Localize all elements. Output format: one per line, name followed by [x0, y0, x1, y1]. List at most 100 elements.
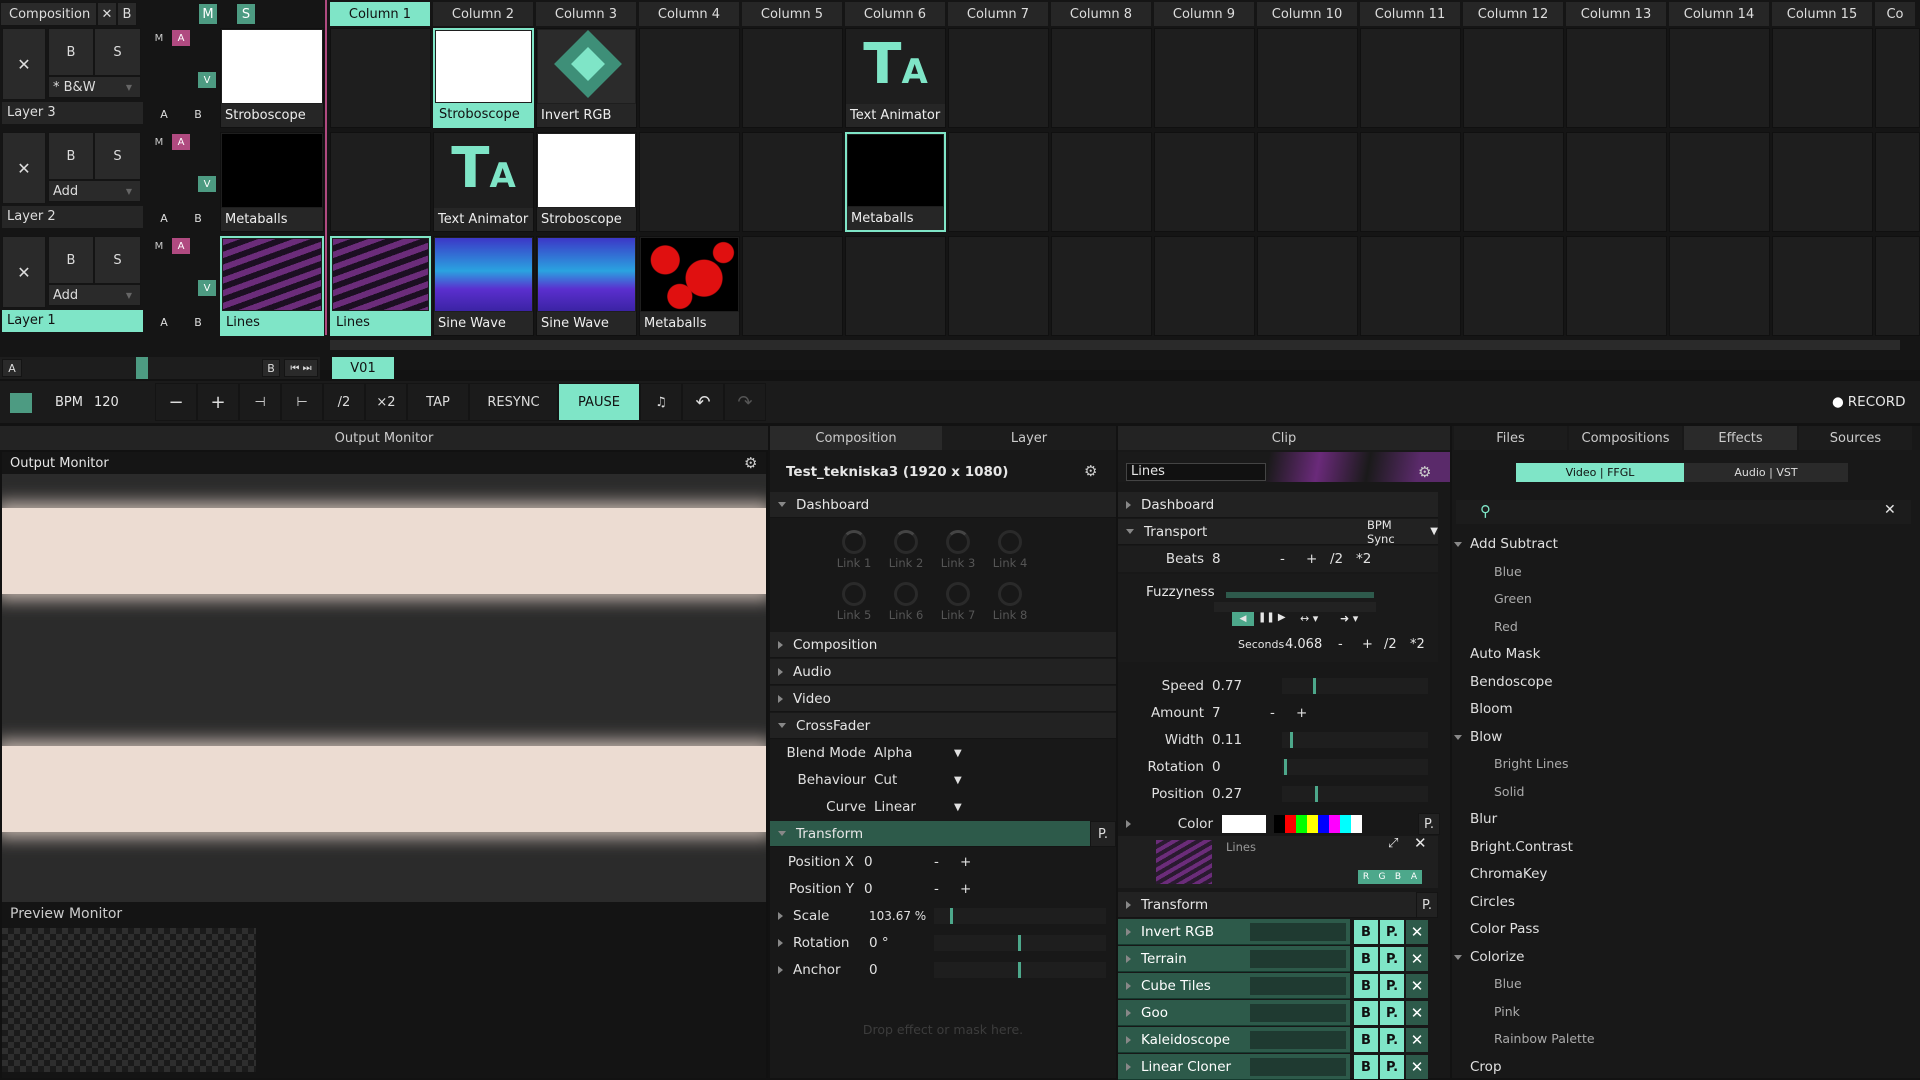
effect-bypass-button[interactable]: B [1354, 974, 1378, 998]
nudge-back-icon[interactable]: ⊣ [239, 383, 281, 421]
column-header[interactable]: Column 9 [1154, 2, 1254, 26]
clip-cell[interactable] [1566, 236, 1667, 336]
amount-plus[interactable]: + [1296, 705, 1307, 721]
effect-list-item[interactable]: Blue [1494, 564, 1522, 579]
effect-bypass-button[interactable]: B [1354, 920, 1378, 944]
section-transform[interactable]: Transform [770, 821, 1090, 847]
column-header[interactable]: Column 14 [1669, 2, 1769, 26]
seconds-minus[interactable]: - [1338, 637, 1343, 652]
clip-cell[interactable] [1875, 132, 1920, 232]
effect-param-button[interactable]: P. [1380, 974, 1404, 998]
clip-transform-param-button[interactable]: P. [1416, 892, 1438, 918]
clip-cell[interactable] [639, 28, 740, 128]
effect-list-item[interactable]: Color Pass [1470, 921, 1539, 937]
effect-bypass-button[interactable]: B [1354, 947, 1378, 971]
tap-button[interactable]: TAP [407, 383, 469, 421]
fuzzyness-range[interactable] [1226, 592, 1374, 598]
pause-icon[interactable]: ❚❚ ▶ [1258, 612, 1286, 623]
seconds-value[interactable]: 4.068 [1285, 637, 1322, 652]
layer-name[interactable]: Layer 2 [2, 206, 143, 228]
clip-cell[interactable] [1154, 236, 1255, 336]
effect-list-item[interactable]: Red [1494, 619, 1518, 634]
effect-list-item[interactable]: Bendoscope [1470, 674, 1553, 690]
layer-name[interactable]: Layer 1 [2, 310, 143, 332]
layer-blend-select[interactable]: Add ▼ [48, 284, 141, 306]
section-composition[interactable]: Composition [770, 632, 1116, 658]
column-header[interactable]: Column 11 [1360, 2, 1460, 26]
composition-bypass-button[interactable]: B [117, 2, 137, 26]
close-icon[interactable]: ✕ [1414, 834, 1427, 852]
layer-bypass-button[interactable]: B [48, 28, 94, 76]
clip-cell[interactable]: Sine Wave [536, 236, 637, 336]
width-value[interactable]: 0.11 [1212, 732, 1270, 748]
layer-a-button[interactable]: A [155, 210, 173, 226]
column-header[interactable]: Column 8 [1051, 2, 1151, 26]
rotation-slider[interactable] [934, 935, 1106, 951]
channel-a-toggle[interactable]: A [1406, 870, 1422, 884]
effect-list-item[interactable]: Pink [1494, 1004, 1520, 1019]
color-swatch[interactable] [1222, 815, 1266, 833]
clip-cell[interactable]: Stroboscope [536, 132, 637, 232]
effect-remove-icon[interactable]: ✕ [1406, 1001, 1428, 1025]
layer-bypass-button[interactable]: B [48, 132, 94, 180]
column-header[interactable]: Column 12 [1463, 2, 1563, 26]
clip-cell[interactable] [742, 132, 843, 232]
effect-list-item[interactable]: Solid [1494, 784, 1524, 799]
effect-list-item[interactable]: Blue [1494, 976, 1522, 991]
expand-icon[interactable] [1454, 954, 1462, 960]
clip-cell[interactable]: Stroboscope [220, 28, 324, 128]
effect-list-item[interactable]: Crop [1470, 1059, 1502, 1075]
section-crossfader[interactable]: CrossFader [770, 713, 1116, 739]
seconds-double[interactable]: *2 [1410, 637, 1425, 652]
beats-plus[interactable]: + [1306, 551, 1330, 567]
effect-remove-icon[interactable]: ✕ [1406, 1028, 1428, 1052]
clip-cell[interactable] [1772, 236, 1873, 336]
amount-value[interactable]: 7 [1212, 705, 1270, 721]
link-knob[interactable] [946, 582, 970, 606]
position-x-plus[interactable]: + [960, 854, 971, 870]
layer-mask-button[interactable]: M [150, 134, 168, 150]
rotation-value[interactable]: 0 ° [869, 935, 929, 951]
link-knob[interactable] [842, 530, 866, 554]
position-y-value[interactable]: 0 [864, 881, 934, 897]
effect-opacity-slider[interactable] [1250, 1058, 1346, 1076]
effect-list-item[interactable]: Rainbow Palette [1494, 1031, 1595, 1046]
fuzzyness-track[interactable] [1214, 602, 1376, 612]
layer-clear-button[interactable]: ✕ [2, 236, 46, 308]
effect-bypass-button[interactable]: B [1354, 1028, 1378, 1052]
clip-cell[interactable] [1360, 236, 1461, 336]
layer-bypass-button[interactable]: B [48, 236, 94, 284]
clip-cell[interactable]: Invert RGB [536, 28, 637, 128]
resync-button[interactable]: RESYNC [469, 383, 558, 421]
clip-cell[interactable] [1463, 132, 1564, 232]
effect-param-button[interactable]: P. [1380, 1055, 1404, 1079]
output-settings-icon[interactable]: ⚙ [744, 454, 757, 472]
clip-cell[interactable] [1051, 236, 1152, 336]
speed-slider[interactable] [1282, 678, 1428, 694]
clip-cell[interactable]: Stroboscope [433, 28, 534, 128]
layer-b-button[interactable]: B [189, 106, 207, 122]
expand-icon[interactable] [778, 939, 783, 947]
clip-cell[interactable] [1669, 236, 1770, 336]
clip-cell[interactable] [948, 132, 1049, 232]
link-knob[interactable] [946, 530, 970, 554]
link-knob[interactable] [842, 582, 866, 606]
effect-opacity-slider[interactable] [1250, 1004, 1346, 1022]
layer-solo-button[interactable]: S [94, 236, 141, 284]
scale-slider[interactable] [934, 908, 1106, 924]
slider-handle[interactable] [950, 908, 953, 924]
browser-tab-effects[interactable]: Effects [1684, 426, 1797, 450]
clip-cell[interactable]: Sine Wave [433, 236, 534, 336]
clip-cell[interactable] [1566, 28, 1667, 128]
position-slider[interactable] [1282, 786, 1428, 802]
layer-solo-button[interactable]: S [94, 132, 141, 180]
column-header[interactable]: Column 1 [330, 2, 430, 26]
column-header[interactable]: Column 3 [536, 2, 636, 26]
clip-cell[interactable]: Metaballs [639, 236, 740, 336]
layer-clear-button[interactable]: ✕ [2, 132, 46, 204]
beats-double[interactable]: *2 [1356, 551, 1371, 567]
column-header[interactable]: Column 13 [1566, 2, 1666, 26]
composition-settings-icon[interactable]: ⚙ [1084, 462, 1097, 480]
section-clip-transform[interactable]: Transform [1118, 892, 1416, 918]
effect-list-item[interactable]: Circles [1470, 894, 1515, 910]
